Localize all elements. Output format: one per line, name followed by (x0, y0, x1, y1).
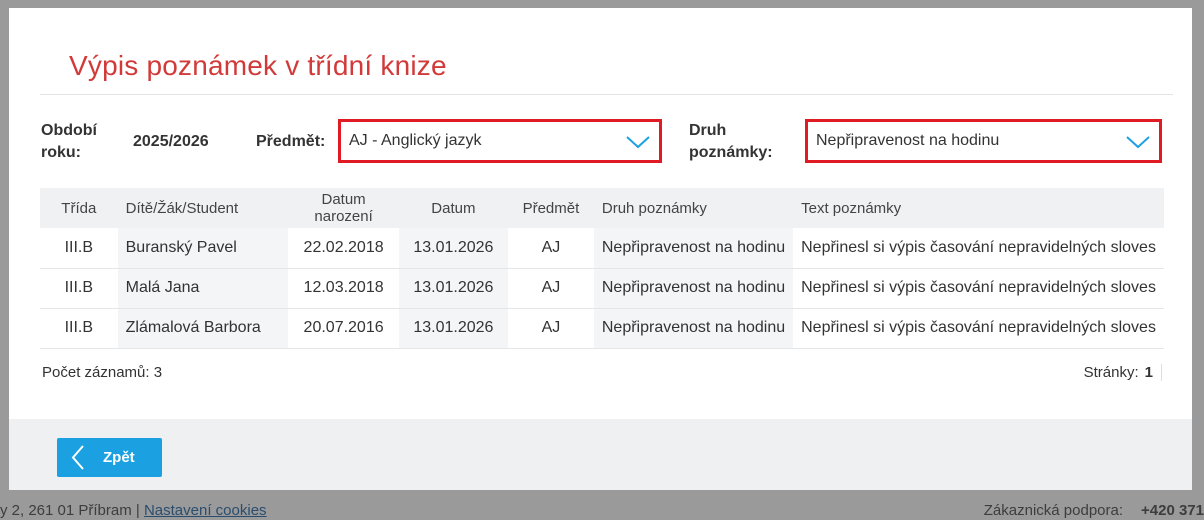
chevron-down-icon (1126, 136, 1150, 149)
pagination: Stránky: 1 (1084, 364, 1162, 381)
chevron-down-icon (626, 136, 650, 149)
cell-subject: AJ (507, 228, 594, 269)
cell-birthdate: 12.03.2018 (288, 268, 399, 309)
cell-class: III.B (40, 308, 118, 349)
col-header-student[interactable]: Dítě/Žák/Student (117, 188, 289, 228)
cell-birthdate: 20.07.2016 (288, 308, 399, 349)
subject-select[interactable]: AJ - Anglický jazyk (338, 119, 662, 163)
cookies-settings-link[interactable]: Nastavení cookies (144, 502, 267, 519)
period-label: Období roku: (41, 120, 97, 164)
subject-label: Předmět: (256, 133, 326, 150)
cell-class: III.B (40, 268, 118, 309)
period-label-line1: Období (41, 122, 97, 139)
note-type-select-value: Nepřipravenost na hodinu (816, 132, 1000, 149)
chevron-left-icon (71, 445, 84, 470)
cell-date: 13.01.2026 (398, 228, 508, 269)
table-row[interactable]: III.B Buranský Pavel 22.02.2018 13.01.20… (40, 228, 1164, 269)
note-type-label: Druh poznámky: (689, 120, 773, 164)
table-row[interactable]: III.B Zlámalová Barbora 20.07.2016 13.01… (40, 308, 1164, 349)
cell-date: 13.01.2026 (398, 268, 508, 309)
modal-footer: Zpět (9, 419, 1192, 490)
col-header-note-type[interactable]: Druh poznámky (593, 188, 794, 228)
period-value: 2025/2026 (133, 133, 209, 150)
cell-student: Buranský Pavel (117, 228, 289, 269)
cell-note-text: Nepřinesl si výpis časování nepravidelný… (793, 308, 1164, 349)
record-count: Počet záznamů: 3 (42, 364, 163, 381)
cell-subject: AJ (507, 268, 594, 309)
cell-birthdate: 22.02.2018 (288, 228, 399, 269)
back-button[interactable]: Zpět (57, 438, 162, 477)
cell-note-type: Nepřipravenost na hodinu (593, 228, 794, 269)
cell-note-type: Nepřipravenost na hodinu (593, 268, 794, 309)
col-header-note-text[interactable]: Text poznámky (793, 188, 1164, 228)
period-label-line2: roku: (41, 144, 81, 161)
footer-address: y 2, 261 01 Příbram | Nastavení cookies (0, 502, 267, 519)
cell-student: Malá Jana (117, 268, 289, 309)
cell-student: Zlámalová Barbora (117, 308, 289, 349)
page-1[interactable]: 1 (1145, 364, 1153, 381)
table-header-row: Třída Dítě/Žák/Student Datum narození Da… (40, 188, 1164, 228)
note-type-label-line2: poznámky: (689, 144, 773, 161)
back-button-label: Zpět (103, 449, 135, 466)
pages-label: Stránky: (1083, 364, 1139, 381)
subject-select-value: AJ - Anglický jazyk (349, 132, 482, 149)
cell-subject: AJ (507, 308, 594, 349)
support-phone[interactable]: +420 371 (1141, 502, 1204, 519)
table-row[interactable]: III.B Malá Jana 12.03.2018 13.01.2026 AJ… (40, 268, 1164, 309)
cell-class: III.B (40, 228, 118, 269)
col-header-subject[interactable]: Předmět (507, 188, 594, 228)
footer-support: Zákaznická podpora: +420 371 (984, 502, 1204, 519)
col-header-date[interactable]: Datum (398, 188, 508, 228)
background-footer: y 2, 261 01 Příbram | Nastavení cookies … (0, 500, 1204, 520)
title-divider (40, 94, 1173, 95)
note-type-label-line1: Druh (689, 122, 727, 139)
cell-note-text: Nepřinesl si výpis časování nepravidelný… (793, 228, 1164, 269)
cell-note-text: Nepřinesl si výpis časování nepravidelný… (793, 268, 1164, 309)
col-header-birthdate[interactable]: Datum narození (288, 188, 399, 228)
notes-modal: Výpis poznámek v třídní knize Období rok… (9, 8, 1192, 490)
notes-table: Třída Dítě/Žák/Student Datum narození Da… (40, 188, 1164, 349)
cell-date: 13.01.2026 (398, 308, 508, 349)
note-type-select[interactable]: Nepřipravenost na hodinu (805, 119, 1162, 163)
modal-title: Výpis poznámek v třídní knize (69, 50, 447, 81)
col-header-class[interactable]: Třída (40, 188, 118, 228)
cell-note-type: Nepřipravenost na hodinu (593, 308, 794, 349)
support-label: Zákaznická podpora: (983, 502, 1124, 519)
footer-address-text: y 2, 261 01 Příbram | (0, 502, 144, 519)
